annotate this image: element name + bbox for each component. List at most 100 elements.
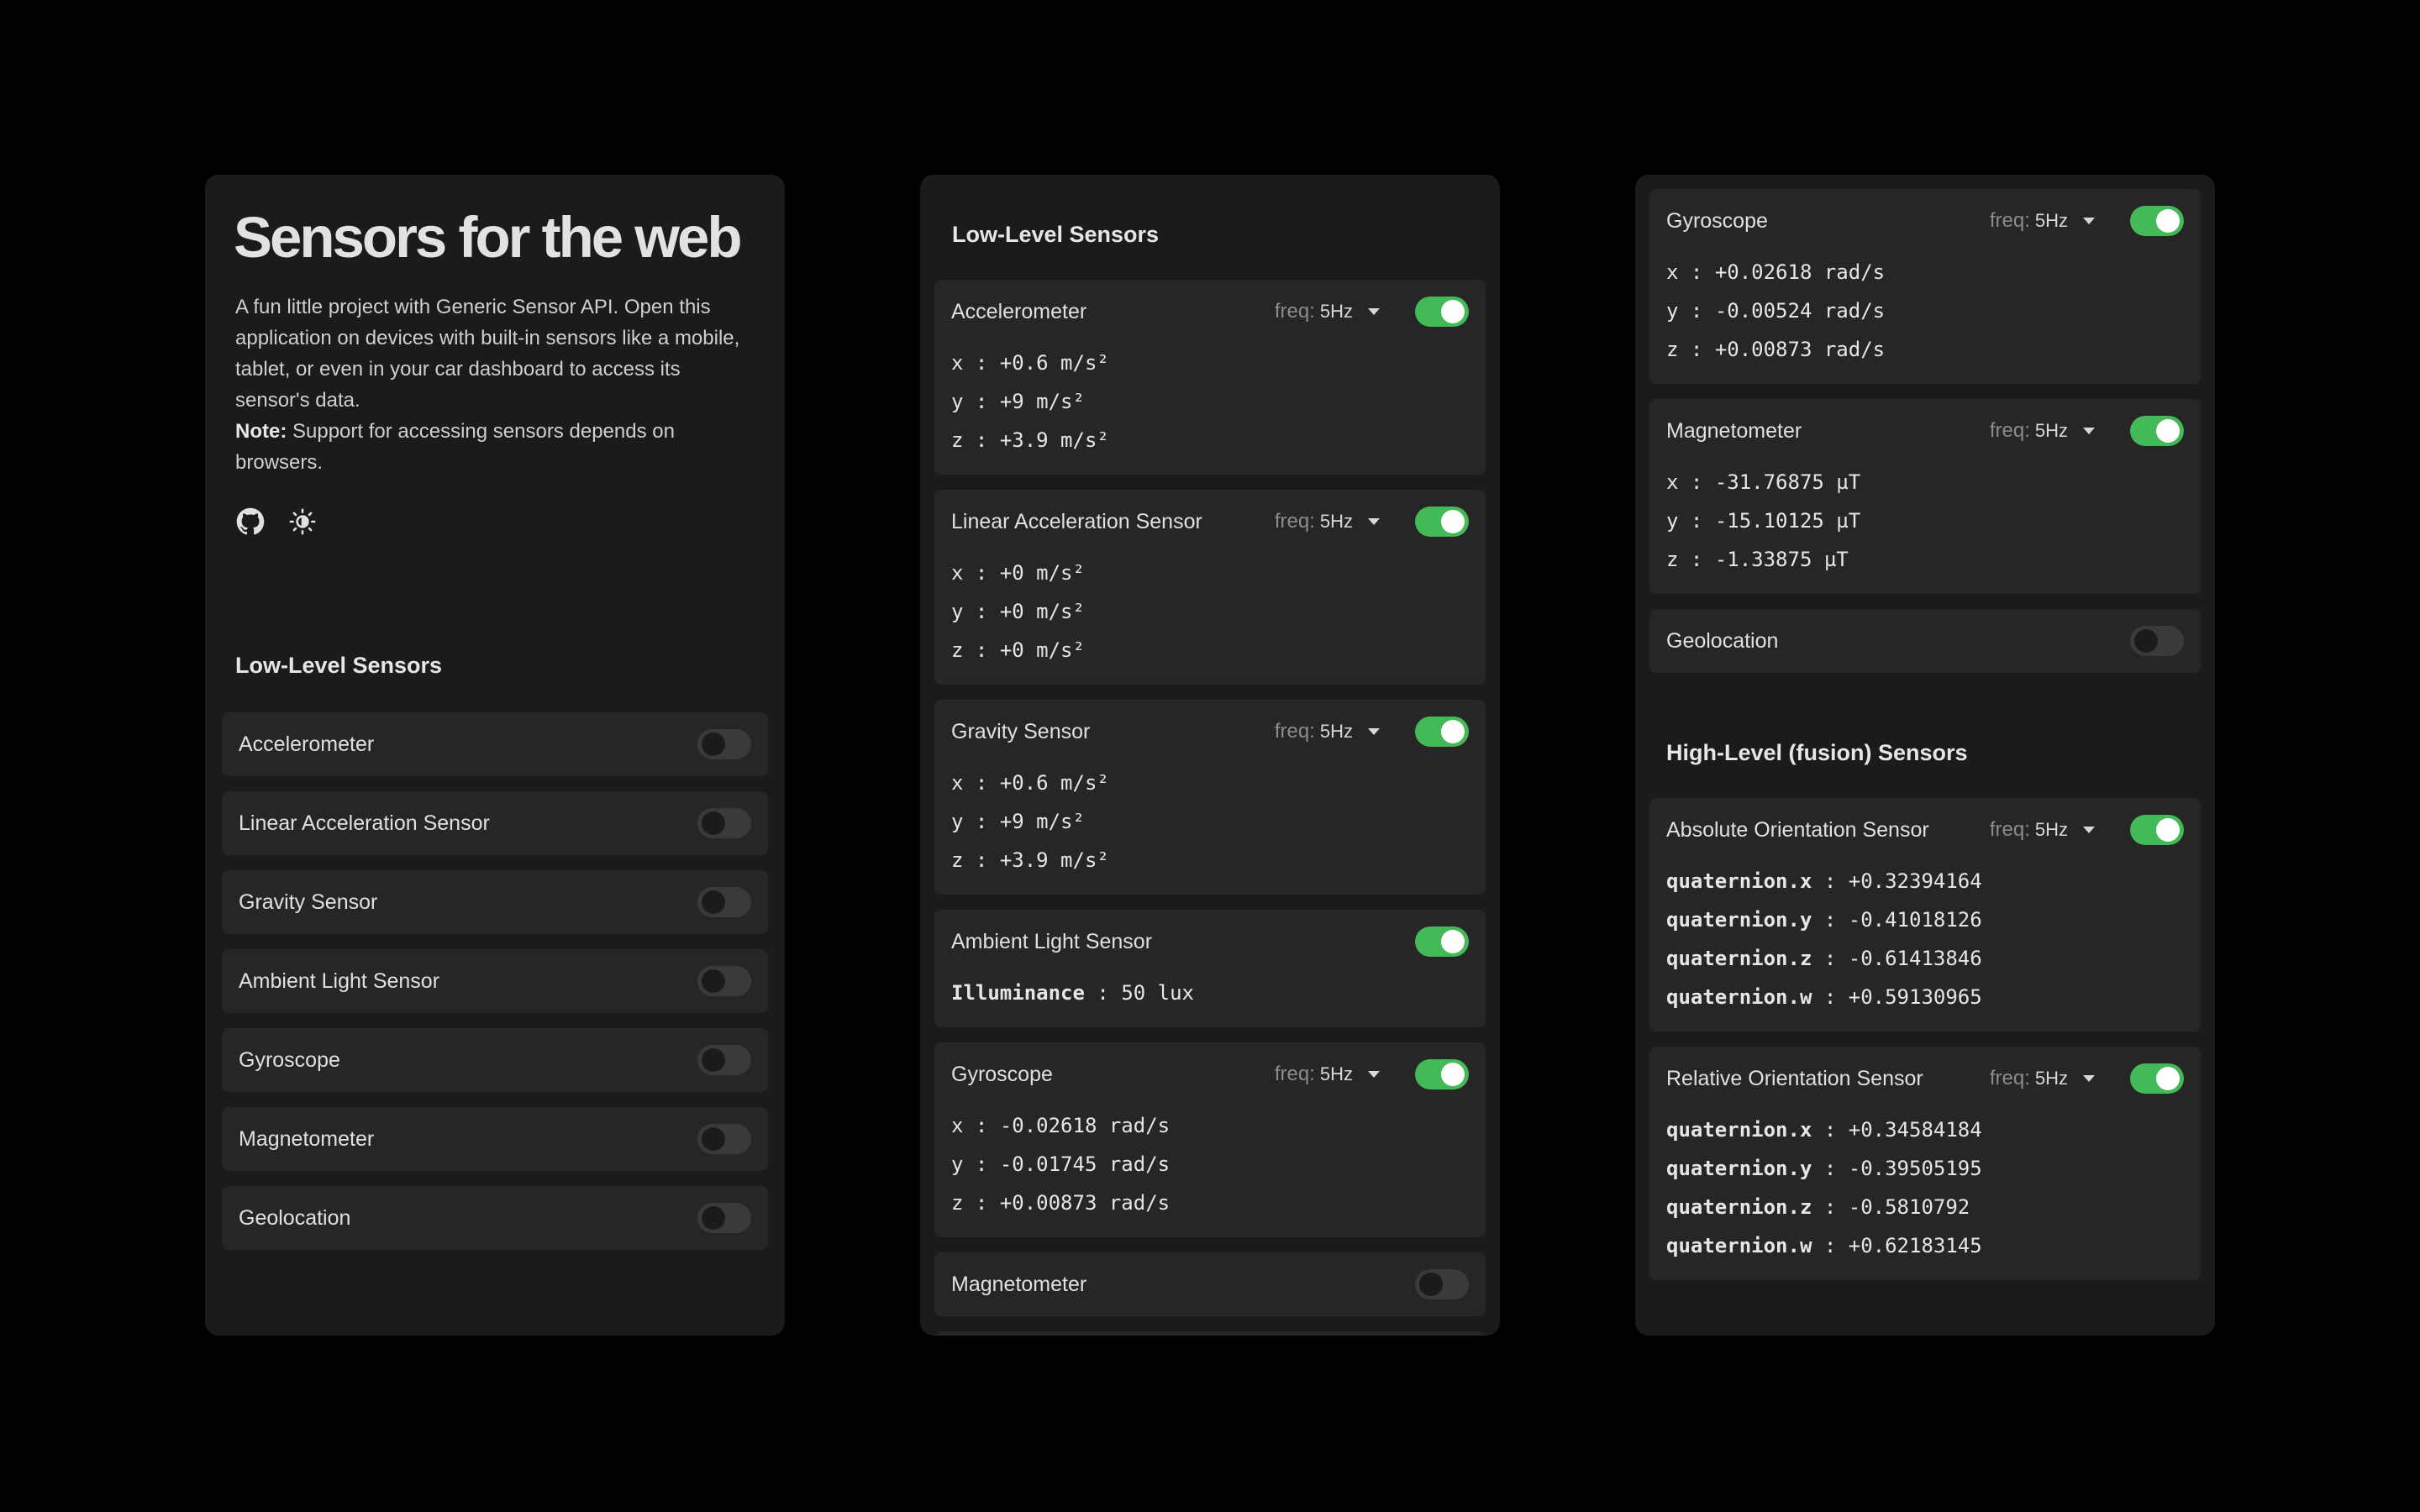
gravity-toggle[interactable] [697, 887, 751, 917]
freq-label: freq: [1989, 209, 2030, 232]
ambient-light-sensor-toggle[interactable] [1415, 927, 1469, 957]
reading-row: z : +0.00873 rad/s [1666, 338, 1886, 361]
toggle-knob [2156, 1067, 2180, 1090]
reading-value: +0.6 m/s² [999, 351, 1109, 375]
sensor-row-accelerometer[interactable]: Accelerometer [222, 712, 768, 776]
geolocation-toggle[interactable] [2130, 626, 2184, 656]
sensor-label: Accelerometer [239, 732, 375, 756]
reading-key: y [951, 390, 964, 413]
sensor-row-ambient-light[interactable]: Ambient Light Sensor [222, 949, 768, 1013]
accelerometer-toggle[interactable] [697, 729, 751, 759]
gyroscope-toggle[interactable] [697, 1045, 751, 1075]
sensor-row-linear-acceleration[interactable]: Linear Acceleration Sensor [222, 791, 768, 855]
magnetometer-toggle[interactable] [697, 1124, 751, 1154]
reading-value: +3.9 m/s² [999, 428, 1109, 452]
relative-orientation-sensor-toggle[interactable] [2130, 1063, 2184, 1094]
chevron-down-icon[interactable] [1368, 1071, 1380, 1078]
magnetometer-toggle[interactable] [1415, 1269, 1469, 1299]
toggle-knob [2156, 209, 2180, 233]
note-label: Note: [235, 420, 287, 443]
ambient-light-toggle[interactable] [697, 966, 751, 996]
reading-key: x [951, 351, 964, 375]
freq-label: freq: [1274, 720, 1315, 743]
sensor-readings: x : +0.6 m/s² y : +9 m/s² z : +3.9 m/s² [951, 344, 1469, 459]
sensor-label: Gyroscope [1666, 208, 1768, 233]
reading-key: quaternion.y [1666, 908, 1812, 932]
freq-select[interactable]: 5Hz [2035, 1068, 2068, 1089]
sensor-row-geolocation[interactable]: Geolocation [222, 1186, 768, 1250]
sensor-card-ambient-light-sensor: Ambient Light Sensor Illuminance : 50 lux [934, 910, 1486, 1027]
absolute-orientation-sensor-toggle[interactable] [2130, 815, 2184, 845]
chevron-down-icon[interactable] [2083, 1075, 2095, 1082]
gyroscope-toggle[interactable] [1415, 1059, 1469, 1089]
sensor-row-gyroscope[interactable]: Gyroscope [222, 1028, 768, 1092]
reading-row: Illuminance : 50 lux [951, 981, 1195, 1005]
sensor-readings: x : -31.76875 µT y : -15.10125 µT z : -1.3… [1666, 463, 2184, 579]
freq-select[interactable]: 5Hz [2035, 819, 2068, 841]
magnetometer-toggle[interactable] [2130, 416, 2184, 446]
reading-row: quaternion.y : -0.41018126 [1666, 908, 1982, 932]
fusion-card-list: Absolute Orientation Sensor freq: 5Hz quate… [1649, 798, 2201, 1280]
reading-value: -0.39505195 [1848, 1157, 1982, 1180]
reading-value: +0 m/s² [999, 561, 1085, 585]
reading-row: z : -1.33875 µT [1666, 548, 1849, 571]
reading-key: quaternion.w [1666, 1234, 1812, 1257]
reading-value: +0 m/s² [999, 638, 1085, 662]
chevron-down-icon[interactable] [2083, 428, 2095, 434]
reading-value: +0.59130965 [1848, 985, 1982, 1009]
reading-row: quaternion.w : +0.59130965 [1666, 985, 1982, 1009]
reading-value: -0.61413846 [1848, 947, 1982, 970]
section-title-high-level: High-Level (fusion) Sensors [1666, 740, 1968, 765]
chevron-down-icon[interactable] [1368, 518, 1380, 525]
linear-acceleration-toggle[interactable] [697, 808, 751, 838]
freq-select[interactable]: 5Hz [1320, 1063, 1353, 1085]
sensor-row-gravity[interactable]: Gravity Sensor [222, 870, 768, 934]
reading-row: x : +0.6 m/s² [951, 351, 1109, 375]
reading-key: z [1666, 338, 1679, 361]
sensor-card-header [951, 1331, 1469, 1336]
reading-key: x [951, 1114, 964, 1137]
reading-row: y : +0 m/s² [951, 600, 1085, 623]
gravity-sensor-toggle[interactable] [1415, 717, 1469, 747]
reading-key: y [1666, 509, 1679, 533]
reading-value: +0.02618 rad/s [1714, 260, 1886, 284]
geolocation-toggle[interactable] [697, 1203, 751, 1233]
reading-key: x [951, 561, 964, 585]
reading-key: z [951, 848, 964, 872]
reading-value: +0.00873 rad/s [1714, 338, 1886, 361]
chevron-down-icon[interactable] [1368, 728, 1380, 735]
reading-key: y [951, 810, 964, 833]
note-text: Support for accessing sensors depends on… [235, 420, 675, 474]
sensor-card-header: Absolute Orientation Sensor freq: 5Hz [1666, 798, 2184, 862]
freq-select[interactable]: 5Hz [1320, 511, 1353, 533]
freq-label: freq: [1989, 1067, 2030, 1089]
section-title-low-level: Low-Level Sensors [235, 653, 443, 678]
freq-select[interactable]: 5Hz [2035, 210, 2068, 232]
freq-select[interactable]: 5Hz [1320, 301, 1353, 323]
sensor-card-gyroscope: Gyroscope freq: 5Hz x : -0.02618 rad/s y : -… [934, 1042, 1486, 1237]
reading-key: z [951, 428, 964, 452]
chevron-down-icon[interactable] [2083, 827, 2095, 833]
sensor-card-header: Relative Orientation Sensor freq: 5Hz [1666, 1047, 2184, 1110]
github-icon[interactable] [235, 507, 266, 537]
reading-value: +3.9 m/s² [999, 848, 1109, 872]
linear-acceleration-sensor-toggle[interactable] [1415, 507, 1469, 537]
freq-select[interactable]: 5Hz [1320, 721, 1353, 743]
reading-key: z [951, 1191, 964, 1215]
reading-key: quaternion.x [1666, 1118, 1812, 1142]
chevron-down-icon[interactable] [1368, 308, 1380, 315]
toggle-knob [1441, 1063, 1465, 1086]
gyroscope-toggle[interactable] [2130, 206, 2184, 236]
page-title: Sensors for the web [234, 205, 742, 270]
reading-row: x : -0.02618 rad/s [951, 1114, 1171, 1137]
reading-value: +9 m/s² [999, 390, 1085, 413]
brightness-icon[interactable] [287, 507, 318, 537]
chevron-down-icon[interactable] [2083, 218, 2095, 224]
freq-select[interactable]: 5Hz [2035, 420, 2068, 442]
sensor-card-header: Magnetometer freq: 5Hz [1666, 399, 2184, 463]
sensor-label: Geolocation [1666, 628, 1779, 653]
sensor-label: Magnetometer [1666, 418, 1802, 443]
accelerometer-toggle[interactable] [1415, 297, 1469, 327]
sensor-row-magnetometer[interactable]: Magnetometer [222, 1107, 768, 1171]
sensor-label: Ambient Light Sensor [951, 929, 1153, 953]
